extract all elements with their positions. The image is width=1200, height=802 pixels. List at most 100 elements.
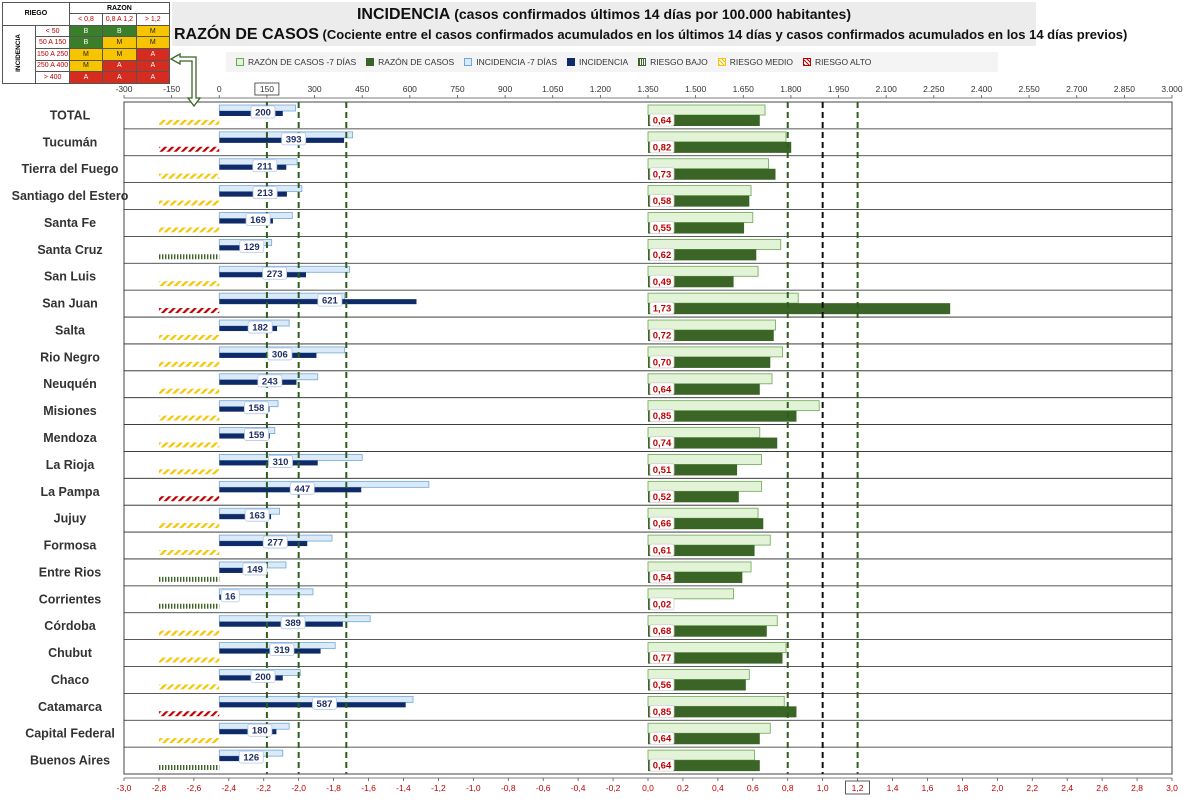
risk-bar-alto [158, 496, 220, 502]
razon-value-label: 0,58 [653, 196, 672, 207]
incidencia-value-label: 447 [294, 484, 310, 495]
category-label: San Juan [42, 297, 98, 311]
bar-razon-7 [647, 561, 752, 573]
category-label: Buenos Aires [30, 754, 110, 768]
incidencia-value-label: 169 [250, 215, 266, 226]
razon-value-label: 0,66 [653, 519, 672, 530]
razon-value-label: 0,49 [653, 277, 672, 288]
category-label: Formosa [44, 539, 98, 553]
incidencia-value-label: 310 [273, 457, 289, 468]
bottom-axis-tick-label: 0,6 [747, 783, 759, 793]
incidencia-value-label: 621 [322, 296, 339, 307]
bar-razon [648, 303, 951, 315]
top-axis-tick-label: 1.500 [685, 84, 707, 94]
bar-razon-7 [647, 427, 761, 438]
category-label: TOTAL [50, 108, 91, 122]
top-axis-tick-label: 2.250 [923, 84, 945, 94]
top-axis-tick-label: 300 [307, 84, 321, 94]
top-axis-tick-label: 450 [355, 84, 369, 94]
bottom-axis-tick-label: 0,8 [782, 783, 794, 793]
bottom-axis-tick-label: -0,2 [606, 783, 621, 793]
razon-value-label: 0,74 [653, 438, 672, 449]
risk-bar-bajo [158, 576, 220, 582]
category-label: Santiago del Estero [12, 189, 129, 203]
razon-value-label: 0,64 [653, 384, 672, 395]
category-label: Misiones [43, 404, 97, 418]
category-label: Catamarca [38, 700, 103, 714]
category-label: Jujuy [54, 512, 87, 526]
razon-value-label: 0,51 [653, 465, 672, 476]
razon-value-label: 0,52 [653, 492, 672, 503]
razon-value-label: 0,55 [653, 223, 672, 234]
bar-razon-7 [647, 454, 762, 465]
bar-razon-7 [647, 722, 771, 734]
razon-value-label: 0,54 [653, 572, 672, 583]
bottom-axis-tick-label: 3,0 [1166, 783, 1178, 793]
razon-value-label: 0,85 [653, 707, 672, 718]
risk-bar-medio [158, 200, 220, 206]
category-label: Neuquén [43, 377, 96, 391]
category-label: Mendoza [43, 431, 98, 445]
incidencia-value-label: 273 [267, 269, 283, 280]
bottom-axis-tick-label: -2,6 [187, 783, 202, 793]
incidencia-value-label: 200 [255, 108, 271, 119]
risk-bar-medio [158, 738, 220, 744]
risk-bar-medio [158, 684, 220, 690]
bottom-axis-tick-label: -1,4 [396, 783, 411, 793]
category-label: Córdoba [44, 619, 96, 633]
bottom-axis-tick-label: -2,4 [221, 783, 236, 793]
risk-bar-alto [158, 146, 220, 152]
bottom-axis-tick-label: -0,6 [536, 783, 551, 793]
bar-razon-7 [647, 319, 776, 331]
top-axis-tick-label: 3.000 [1161, 84, 1183, 94]
razon-value-label: 0,64 [653, 734, 672, 745]
category-label: Santa Fe [44, 216, 96, 230]
bar-incidencia-7 [218, 480, 430, 488]
bar-razon-7 [647, 373, 773, 385]
bar-razon-7 [647, 131, 787, 143]
bar-razon-7 [647, 185, 752, 197]
bottom-axis-tick-label: -3,0 [117, 783, 132, 793]
incidencia-value-label: 126 [243, 753, 259, 764]
bar-razon-7 [647, 238, 782, 250]
category-label: San Luis [44, 270, 96, 284]
bar-razon-7 [647, 669, 750, 680]
category-label: Chaco [51, 673, 90, 687]
razon-value-label: 0,70 [653, 357, 672, 368]
incidencia-value-label: 213 [257, 188, 273, 199]
bar-razon-7 [647, 507, 759, 519]
risk-bar-medio [158, 173, 220, 179]
razon-value-label: 1,73 [653, 304, 672, 315]
incidencia-value-label: 319 [274, 645, 290, 656]
risk-bar-medio [158, 388, 220, 394]
risk-bar-medio [158, 523, 220, 529]
bottom-axis-tick-label: -2,0 [291, 783, 306, 793]
bottom-axis-tick-label: -1,8 [326, 783, 341, 793]
top-axis-tick-label: -150 [163, 84, 180, 94]
risk-bar-bajo [158, 765, 220, 770]
bottom-axis-tick-label: -2,2 [256, 783, 271, 793]
bar-razon-7 [647, 292, 799, 304]
bar-razon-7 [647, 615, 778, 627]
bar-razon-7 [647, 534, 771, 546]
bottom-axis-tick-label: 0,2 [677, 783, 689, 793]
incidencia-value-label: 16 [225, 591, 236, 602]
risk-bar-bajo [158, 603, 220, 609]
bottom-axis-tick-label: 1,0 [817, 783, 829, 793]
bottom-axis-tick-label: 0,0 [642, 783, 654, 793]
incidencia-value-label: 243 [262, 376, 278, 387]
bar-razon-7 [647, 104, 766, 116]
bottom-axis-tick-label: 1,4 [887, 783, 899, 793]
category-label: Rio Negro [40, 350, 100, 364]
razon-value-label: 0,02 [653, 599, 672, 610]
incidencia-value-label: 182 [252, 323, 268, 334]
category-label: Capital Federal [25, 727, 115, 741]
bottom-axis-tick-label: 2,6 [1096, 783, 1108, 793]
razon-value-label: 0,85 [653, 411, 672, 422]
bottom-axis-tick-label: -1,0 [466, 783, 481, 793]
razon-value-label: 0,62 [653, 250, 672, 261]
incidencia-value-label: 129 [244, 242, 260, 253]
top-axis-tick-label: 1.800 [780, 84, 802, 94]
top-axis-tick-label: 1.350 [637, 84, 659, 94]
category-label: Chubut [48, 646, 93, 660]
